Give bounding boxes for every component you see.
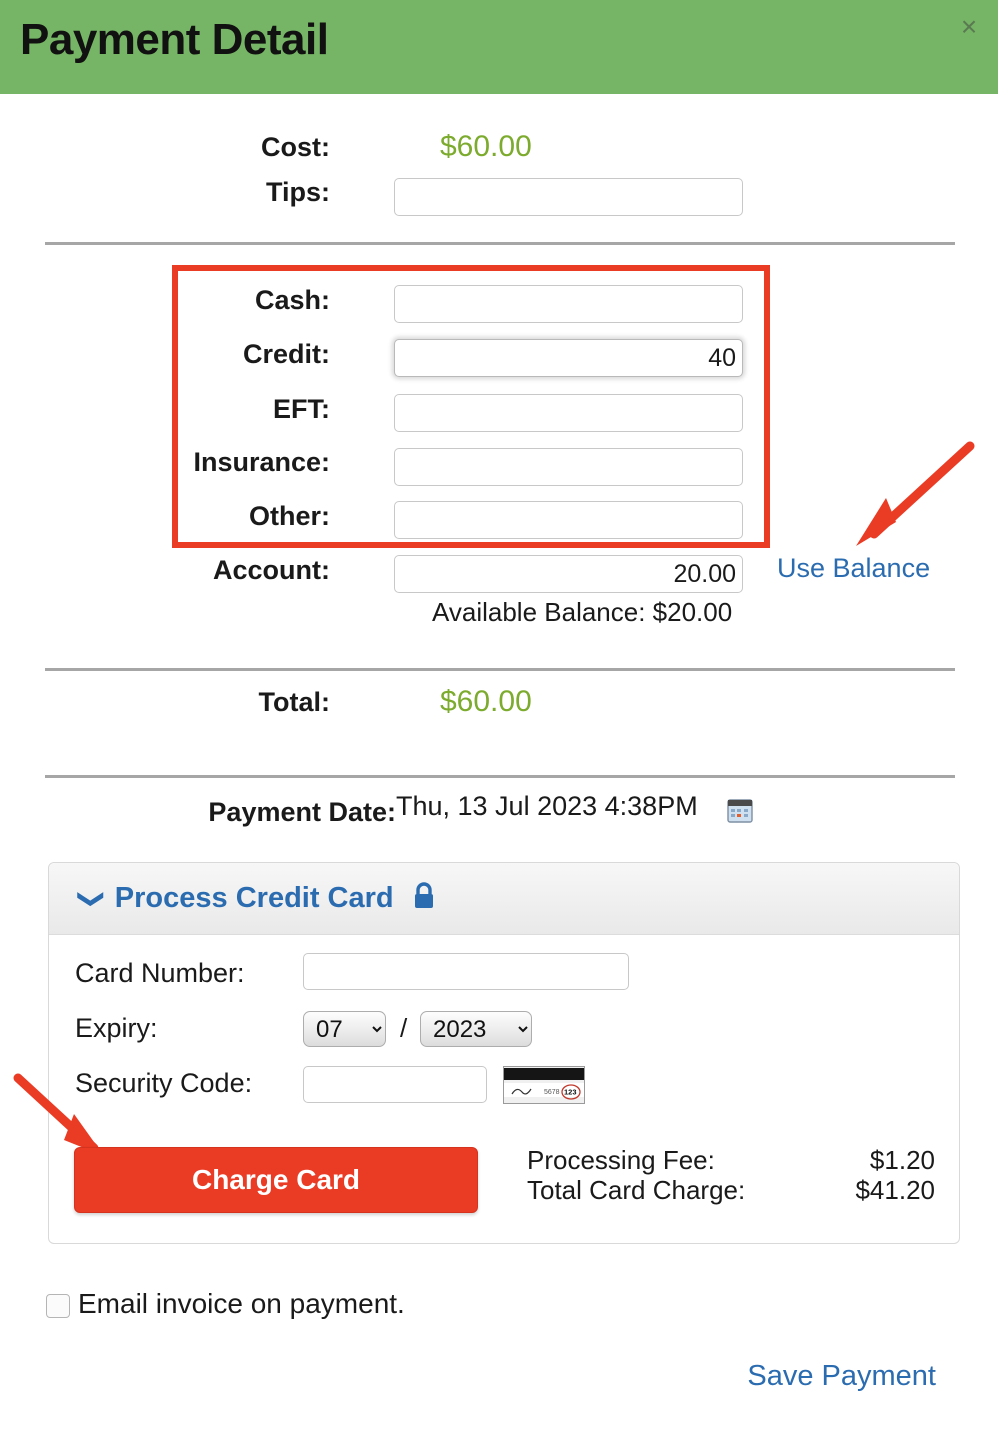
calendar-icon[interactable] [727,797,753,823]
account-label: Account: [213,555,330,585]
lock-icon [412,882,436,915]
account-input[interactable] [394,555,743,593]
modal-header: Payment Detail × [0,0,998,94]
card-number-input[interactable] [303,953,629,990]
cost-value: $60.00 [440,130,532,163]
divider-date-top [45,775,955,778]
process-credit-card-header[interactable]: ❮ Process Credit Card [49,863,959,935]
divider-total-top [45,668,955,671]
total-label: Total: [258,686,330,717]
payment-date-value: Thu, 13 Jul 2023 4:38PM [396,791,698,821]
total-card-charge-value: $41.20 [855,1175,935,1205]
card-number-label: Card Number: [75,958,245,988]
payment-detail-modal: Payment Detail × Cost: $60.00 Tips: Cash… [0,0,998,1440]
payment-date-label: Payment Date: [208,797,396,827]
expiry-month-select[interactable]: 010203040506070809101112 [303,1011,386,1047]
cash-input[interactable] [394,285,743,323]
svg-text:5678: 5678 [544,1089,560,1096]
processing-fee-value: $1.20 [869,1145,935,1175]
total-value: $60.00 [440,685,532,718]
chevron-down-icon[interactable]: ❮ [73,888,103,910]
email-invoice-checkbox[interactable] [46,1294,70,1318]
credit-label: Credit: [243,339,330,369]
total-card-charge-label: Total Card Charge: [527,1175,746,1205]
cash-label: Cash: [254,285,330,315]
credit-input[interactable] [394,339,743,377]
page-title: Payment Detail [20,15,329,64]
tips-input[interactable] [394,178,743,216]
processing-fee-label: Processing Fee: [527,1145,715,1175]
expiry-label: Expiry: [75,1013,158,1043]
svg-text:123: 123 [564,1088,577,1097]
save-payment-link[interactable]: Save Payment [747,1360,936,1393]
security-code-input[interactable] [303,1066,487,1103]
security-code-label: Security Code: [75,1068,253,1098]
insurance-label: Insurance: [193,447,330,477]
process-credit-card-title: Process Credit Card [114,882,394,914]
close-icon[interactable]: × [952,10,986,44]
expiry-year-select[interactable]: 20232024202520262027202820292030 [420,1011,532,1047]
available-balance-text: Available Balance: $20.00 [432,597,733,627]
email-invoice-label: Email invoice on payment. [78,1288,405,1319]
annotation-arrow-use-balance [856,441,975,546]
other-input[interactable] [394,501,743,539]
total-row: Total: $60.00 [0,685,760,719]
use-balance-link[interactable]: Use Balance [777,553,930,584]
cost-label: Cost: [261,131,330,162]
charge-card-button[interactable]: Charge Card [74,1147,478,1213]
other-label: Other: [249,501,330,531]
insurance-input[interactable] [394,448,743,486]
divider-top [45,242,955,245]
eft-input[interactable] [394,394,743,432]
expiry-separator: / [400,1013,408,1043]
eft-label: EFT: [273,394,330,424]
card-back-cvv-icon: 5678 123 [503,1066,585,1104]
cost-row: Cost: $60.00 [0,130,760,164]
tips-label: Tips: [265,177,330,207]
